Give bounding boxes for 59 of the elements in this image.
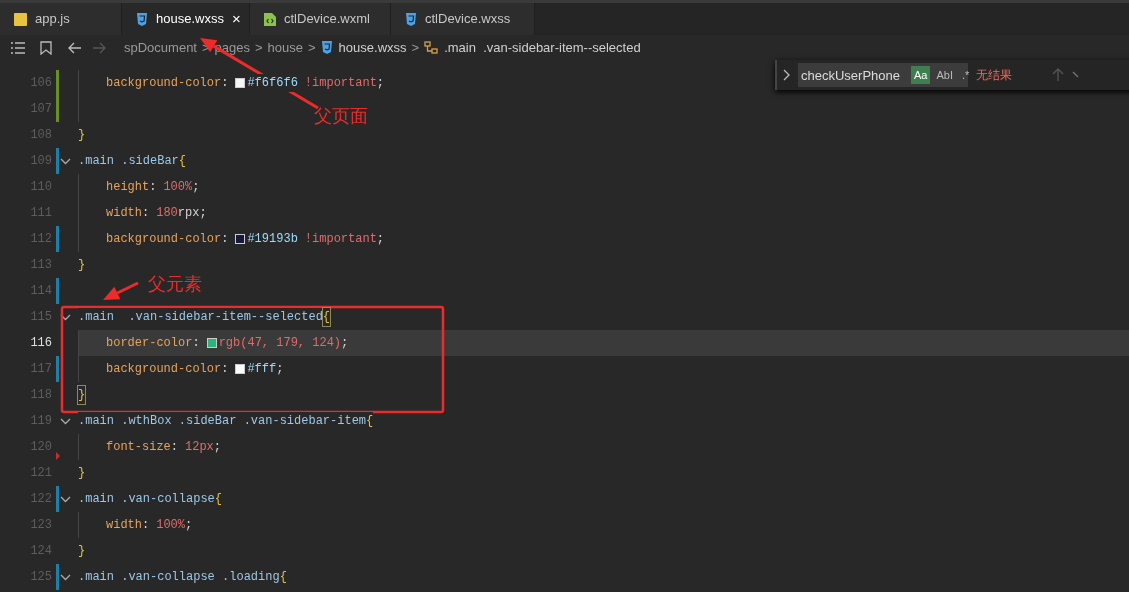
breadcrumb-item[interactable]: spDocument bbox=[124, 37, 197, 58]
code-token: } bbox=[78, 386, 86, 404]
find-input[interactable]: checkUserPhone Aa AbI .* bbox=[798, 63, 968, 87]
fold-chevron-icon[interactable] bbox=[60, 417, 71, 425]
result-text: 无结果 bbox=[976, 67, 1012, 84]
expand-chevron-icon[interactable] bbox=[783, 69, 791, 81]
code-token: height bbox=[106, 178, 150, 196]
annotation-label: 父页面 bbox=[314, 105, 368, 128]
option-toggle[interactable]: AbI bbox=[933, 65, 956, 85]
stylesheet-file-icon bbox=[405, 12, 417, 26]
code-token: { bbox=[366, 412, 374, 430]
fold-chevron-icon[interactable] bbox=[60, 313, 71, 321]
js-file-icon bbox=[14, 12, 27, 26]
code-token: rgb(47, 179, 124) bbox=[218, 335, 342, 352]
code-token: background-color bbox=[106, 74, 222, 92]
code-token: } bbox=[78, 542, 86, 560]
code-token: background-color bbox=[106, 360, 222, 378]
code-token: { bbox=[279, 568, 287, 586]
annotation-arrow bbox=[103, 281, 139, 300]
code-token: .main .van-collapse bbox=[78, 490, 215, 508]
annotation-label: 父元素 bbox=[148, 273, 202, 296]
code-token: !important bbox=[304, 74, 377, 92]
breadcrumb-item[interactable]: house bbox=[267, 37, 303, 58]
bookmark-icon[interactable] bbox=[40, 40, 52, 55]
fold-chevron-icon[interactable] bbox=[60, 495, 71, 503]
code-token: } bbox=[78, 464, 86, 482]
breadcrumb-separator: > bbox=[308, 38, 316, 57]
code-token: ; bbox=[341, 335, 349, 352]
code-token: #f6f6f6 bbox=[247, 74, 298, 92]
markup-file-icon bbox=[264, 12, 276, 26]
line-number: 116 bbox=[29, 335, 52, 352]
code-token: 12px bbox=[185, 438, 214, 456]
code-token: .main .van-collapse .loading bbox=[78, 568, 280, 586]
down-chevron-icon[interactable] bbox=[1072, 71, 1080, 79]
fold-chevron-icon[interactable] bbox=[60, 573, 71, 581]
editor-tab[interactable]: app.js bbox=[0, 3, 122, 35]
code-token: !important bbox=[304, 230, 377, 248]
editor-tab[interactable]: ctlDevice.wxml bbox=[250, 3, 391, 35]
code-token: : bbox=[192, 335, 200, 352]
breadcrumb-separator: > bbox=[411, 38, 420, 57]
editor-tab[interactable]: ctlDevice.wxss bbox=[391, 3, 535, 35]
code-token: border-color bbox=[106, 335, 193, 352]
stylesheet-file-icon bbox=[320, 41, 333, 54]
option-toggle[interactable]: Aa bbox=[911, 65, 931, 85]
code-token: { bbox=[214, 490, 223, 508]
symbol-icon bbox=[424, 41, 439, 54]
code-token: { bbox=[178, 152, 187, 170]
code-token: } bbox=[78, 256, 86, 274]
code-token: } bbox=[78, 126, 86, 144]
breadcrumb-separator: > bbox=[255, 38, 263, 57]
breadcrumb-item[interactable]: .main .van-sidebar-item--selected bbox=[444, 37, 641, 58]
breadcrumb-item[interactable]: house.wxss bbox=[338, 37, 407, 58]
stylesheet-file-icon bbox=[136, 12, 148, 26]
code-token: background-color bbox=[106, 230, 222, 248]
code-token: { bbox=[322, 308, 331, 326]
back-arrow-icon[interactable] bbox=[68, 41, 82, 54]
list-icon[interactable] bbox=[10, 40, 26, 55]
fold-chevron-icon[interactable] bbox=[60, 157, 71, 165]
close-icon[interactable]: × bbox=[231, 7, 241, 31]
